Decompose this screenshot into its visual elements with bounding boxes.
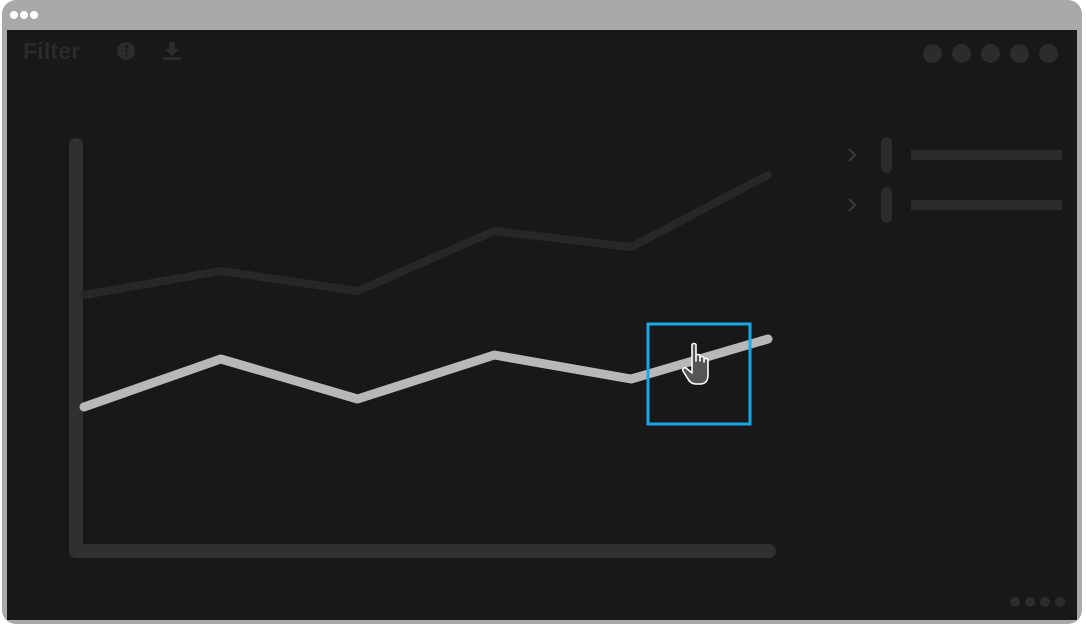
series-line-1[interactable] bbox=[79, 334, 773, 412]
dashboard-screen: Filter bbox=[7, 30, 1077, 620]
line-chart bbox=[69, 138, 776, 558]
page-dot[interactable] bbox=[1055, 597, 1065, 607]
window-titlebar[interactable] bbox=[2, 0, 1082, 30]
titlebar-dot[interactable] bbox=[10, 11, 18, 19]
series-line-0[interactable] bbox=[80, 171, 772, 299]
page-dot[interactable] bbox=[1040, 597, 1050, 607]
app-window: Filter bbox=[2, 0, 1082, 624]
titlebar-dot[interactable] bbox=[20, 11, 28, 19]
page-dot[interactable] bbox=[1025, 597, 1035, 607]
page-dot[interactable] bbox=[1010, 597, 1020, 607]
titlebar-dot[interactable] bbox=[30, 11, 38, 19]
